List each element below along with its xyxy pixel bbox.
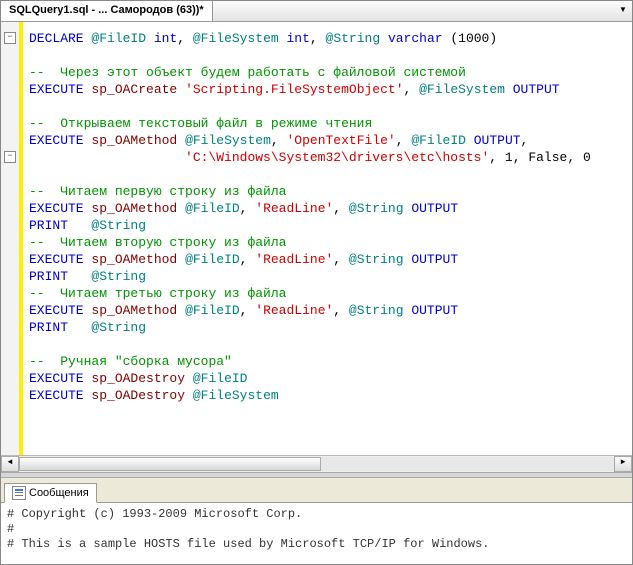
string: 'Scripting.FileSystemObject'	[185, 82, 403, 97]
variable: @String	[349, 252, 404, 267]
procedure: sp_OAMethod	[91, 303, 177, 318]
code-editor[interactable]: − − DECLARE @FileID int, @FileSystem int…	[1, 22, 632, 456]
variable: @FileID	[185, 303, 240, 318]
output-line: #	[7, 522, 14, 536]
comment: -- Через этот объект будем работать с фа…	[29, 65, 466, 80]
type: varchar	[388, 31, 443, 46]
code-text[interactable]: DECLARE @FileID int, @FileSystem int, @S…	[19, 22, 632, 456]
comment: -- Читаем третью строку из файла	[29, 286, 286, 301]
keyword: PRINT	[29, 320, 68, 335]
variable: @FileID	[91, 31, 146, 46]
variable: @String	[349, 303, 404, 318]
procedure: sp_OADestroy	[91, 388, 185, 403]
results-tab-bar: Сообщения	[1, 478, 632, 503]
document-tab-bar: SQLQuery1.sql - ... Самородов (63))* ▼	[1, 1, 632, 22]
keyword: EXECUTE	[29, 388, 84, 403]
number: 0	[583, 150, 591, 165]
keyword: EXECUTE	[29, 252, 84, 267]
keyword: EXECUTE	[29, 201, 84, 216]
variable: @String	[91, 269, 146, 284]
type: int	[287, 31, 310, 46]
scroll-left-icon[interactable]: ◄	[1, 456, 19, 472]
sql-editor-window: SQLQuery1.sql - ... Самородов (63))* ▼ −…	[0, 0, 633, 565]
keyword: OUTPUT	[404, 201, 459, 216]
keyword: OUTPUT	[404, 303, 459, 318]
document-tab[interactable]: SQLQuery1.sql - ... Самородов (63))*	[1, 1, 213, 21]
variable: @FileSystem	[419, 82, 505, 97]
horizontal-scrollbar[interactable]: ◄ ►	[1, 455, 632, 472]
variable: @String	[91, 320, 146, 335]
variable: @FileID	[185, 252, 240, 267]
variable: @FileSystem	[193, 31, 279, 46]
procedure: sp_OAMethod	[91, 133, 177, 148]
keyword: EXECUTE	[29, 303, 84, 318]
keyword: PRINT	[29, 269, 68, 284]
variable: @FileID	[411, 133, 466, 148]
keyword: EXECUTE	[29, 371, 84, 386]
messages-tab[interactable]: Сообщения	[4, 483, 97, 503]
messages-icon	[12, 486, 26, 500]
output-line: # This is a sample HOSTS file used by Mi…	[7, 537, 489, 551]
procedure: sp_OACreate	[91, 82, 177, 97]
comment: -- Читаем вторую строку из файла	[29, 235, 286, 250]
keyword: OUTPUT	[466, 133, 521, 148]
scrollbar-track[interactable]	[19, 457, 614, 471]
number: False	[528, 150, 567, 165]
keyword: EXECUTE	[29, 133, 84, 148]
variable: @FileSystem	[193, 388, 279, 403]
messages-output[interactable]: # Copyright (c) 1993-2009 Microsoft Corp…	[1, 503, 632, 564]
variable: @String	[349, 201, 404, 216]
comment: -- Открываем текстовый файл в режиме чте…	[29, 116, 372, 131]
procedure: sp_OADestroy	[91, 371, 185, 386]
variable: @String	[91, 218, 146, 233]
variable: @FileSystem	[185, 133, 271, 148]
procedure: sp_OAMethod	[91, 201, 177, 216]
type: int	[154, 31, 177, 46]
variable: @FileID	[193, 371, 248, 386]
keyword: PRINT	[29, 218, 68, 233]
keyword: OUTPUT	[505, 82, 560, 97]
editor-pane: − − DECLARE @FileID int, @FileSystem int…	[1, 22, 632, 472]
scrollbar-thumb[interactable]	[19, 457, 321, 471]
number: 1	[505, 150, 513, 165]
variable: @FileID	[185, 201, 240, 216]
procedure: sp_OAMethod	[91, 252, 177, 267]
string: 'OpenTextFile'	[287, 133, 396, 148]
keyword: OUTPUT	[404, 252, 459, 267]
comment: -- Ручная "сборка мусора"	[29, 354, 232, 369]
string: 'ReadLine'	[255, 303, 333, 318]
tab-dropdown-icon[interactable]: ▼	[616, 3, 630, 17]
fold-toggle-icon[interactable]: −	[4, 32, 16, 44]
messages-tab-label: Сообщения	[29, 487, 89, 499]
results-panel: Сообщения # Copyright (c) 1993-2009 Micr…	[1, 478, 632, 564]
keyword: DECLARE	[29, 31, 84, 46]
string: 'ReadLine'	[255, 201, 333, 216]
variable: @String	[326, 31, 381, 46]
number: 1000	[458, 31, 489, 46]
output-line: # Copyright (c) 1993-2009 Microsoft Corp…	[7, 507, 302, 521]
comment: -- Читаем первую строку из файла	[29, 184, 286, 199]
fold-toggle-icon[interactable]: −	[4, 151, 16, 163]
gutter: − −	[1, 22, 20, 456]
string: 'C:\Windows\System32\drivers\etc\hosts'	[185, 150, 489, 165]
string: 'ReadLine'	[255, 252, 333, 267]
scroll-right-icon[interactable]: ►	[614, 456, 632, 472]
keyword: EXECUTE	[29, 82, 84, 97]
